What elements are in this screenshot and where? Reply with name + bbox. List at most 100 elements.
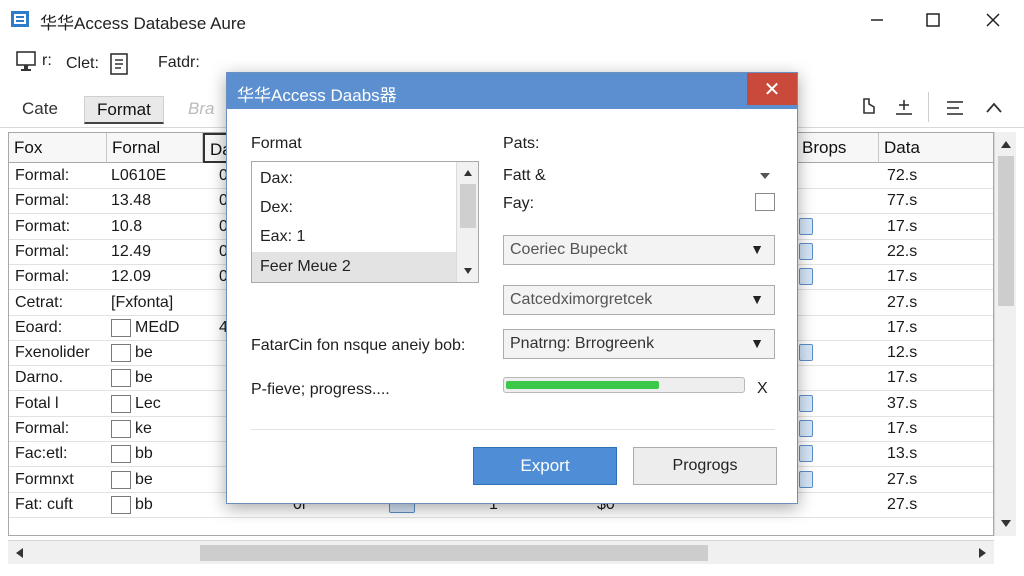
cell-fox[interactable]: Formal: [11,265,107,290]
cell-fox[interactable]: Formnxt [11,468,107,493]
row-checkbox[interactable] [111,470,131,489]
cell-fox[interactable]: Formal: [11,240,107,265]
cell-fornal[interactable]: L0610E [107,164,203,189]
cell-fornal[interactable]: bb [107,442,203,467]
format-list-scroll-thumb[interactable] [460,184,476,228]
format-option[interactable]: Eax: 1 [252,222,456,252]
cell-fox[interactable]: Formal: [11,189,107,214]
progress-cancel[interactable]: X [757,380,768,398]
maximize-button[interactable] [904,0,962,40]
bookmark-button[interactable] [858,96,880,123]
cell-fox[interactable]: Fac:etl: [11,442,107,467]
brops-checkbox[interactable] [799,217,813,235]
column-header-brops[interactable]: Brops [797,133,879,163]
chevron-down-icon[interactable] [759,171,771,181]
vertical-scroll-thumb[interactable] [998,156,1014,306]
combo-catced[interactable]: Catcedximorgretcek ▼ [503,285,775,315]
cell-fox[interactable]: Darno. [11,366,107,391]
cell-fox[interactable]: Eoard: [11,316,107,341]
close-window-button[interactable] [964,0,1022,40]
brops-checkbox[interactable] [799,242,813,260]
brops-checkbox[interactable] [799,420,813,437]
format-option[interactable]: Dax: [252,164,456,194]
minimize-button[interactable] [848,0,906,40]
combo-coeriec[interactable]: Coeriec Bupeckt ▼ [503,235,775,265]
vertical-scrollbar[interactable] [994,132,1016,536]
horizontal-scroll-thumb[interactable] [200,545,708,561]
cell-data[interactable]: 27.s [883,468,983,493]
export-button[interactable]: Export [473,447,617,485]
progress-button[interactable]: Progrogs [633,447,777,485]
cell-fornal[interactable]: MEdD [107,316,203,341]
toolbar-item-monitor[interactable]: r: [16,50,52,72]
cell-fox[interactable]: Cetrat: [11,291,107,316]
cell-data[interactable]: 72.s [883,164,983,189]
cell-data[interactable]: 17.s [883,417,983,442]
cell-fornal[interactable]: be [107,366,203,391]
cell-fornal[interactable]: Lec [107,392,203,417]
cell-data[interactable]: 17.s [883,265,983,290]
format-option-selected[interactable]: Feer Meue 2 [252,252,456,282]
cell-data[interactable]: 27.s [883,291,983,316]
collapse-ribbon-button[interactable] [984,98,1004,123]
row-checkbox[interactable] [111,394,131,413]
cell-fox[interactable]: Formal: [11,164,107,189]
format-option[interactable]: Dex: [252,193,456,223]
row-checkbox[interactable] [111,369,131,388]
row-checkbox[interactable] [111,344,131,363]
row-checkbox[interactable] [111,495,131,514]
column-header-data[interactable]: Data [879,133,993,163]
cell-fornal[interactable]: 10.8 [107,215,203,240]
cell-data[interactable]: 12.s [883,341,983,366]
format-listbox[interactable]: Dax: Dex: Eax: 1 Feer Meue 2 [251,161,479,283]
column-header-fornal[interactable]: Fornal [107,133,203,163]
scroll-down-icon[interactable] [457,264,479,278]
cell-fornal[interactable]: [Fxfonta] [107,291,203,316]
cell-fornal[interactable]: ke [107,417,203,442]
scroll-up-icon[interactable] [995,136,1017,152]
cell-data[interactable]: 22.s [883,240,983,265]
cell-fornal[interactable]: 13.48 [107,189,203,214]
fay-checkbox[interactable] [755,193,775,211]
cell-data[interactable]: 17.s [883,366,983,391]
scroll-left-icon[interactable] [12,541,28,565]
tab-format[interactable]: Format [84,96,164,124]
row-checkbox[interactable] [111,318,131,337]
format-list-scrollbar[interactable] [456,162,478,282]
cell-fornal[interactable]: be [107,341,203,366]
dialog-close-button[interactable]: ✕ [747,73,797,105]
tab-cate[interactable]: Cate [10,96,70,124]
cell-data[interactable]: 13.s [883,442,983,467]
tab-bra[interactable]: Bra [176,96,226,124]
brops-checkbox[interactable] [799,394,813,412]
cell-fox[interactable]: Fat: cuft [11,493,107,518]
row-checkbox[interactable] [111,420,131,438]
scroll-down-icon[interactable] [995,516,1017,532]
scroll-right-icon[interactable] [974,541,990,565]
cell-data[interactable]: 77.s [883,189,983,214]
brops-checkbox[interactable] [799,344,813,362]
toolbar-item-fatdr[interactable]: Fatdr: [158,54,200,72]
column-header-fox[interactable]: Fox [9,133,107,163]
horizontal-scrollbar[interactable] [8,540,994,564]
cell-data[interactable]: 17.s [883,316,983,341]
brops-checkbox[interactable] [799,470,813,488]
cell-data[interactable]: 37.s [883,392,983,417]
cell-fox[interactable]: Format: [11,215,107,240]
scroll-up-icon[interactable] [457,166,479,180]
brops-checkbox[interactable] [799,445,813,463]
toolbar-item-clet[interactable]: Clet: [66,52,133,76]
cell-fornal[interactable]: be [107,468,203,493]
cell-data[interactable]: 17.s [883,215,983,240]
add-button[interactable] [892,96,916,123]
cell-data[interactable]: 27.s [883,493,983,518]
cell-fornal[interactable]: 12.49 [107,240,203,265]
combo-pnatrng[interactable]: Pnatrng: Brrogreenk ▼ [503,329,775,359]
brops-checkbox[interactable] [799,268,813,286]
cell-fornal[interactable]: bb [107,493,203,518]
cell-fox[interactable]: Fxenolider [11,341,107,366]
cell-fox[interactable]: Fotal l [11,392,107,417]
cell-fornal[interactable]: 12.09 [107,265,203,290]
cell-fox[interactable]: Formal: [11,417,107,442]
list-view-button[interactable] [944,98,966,123]
